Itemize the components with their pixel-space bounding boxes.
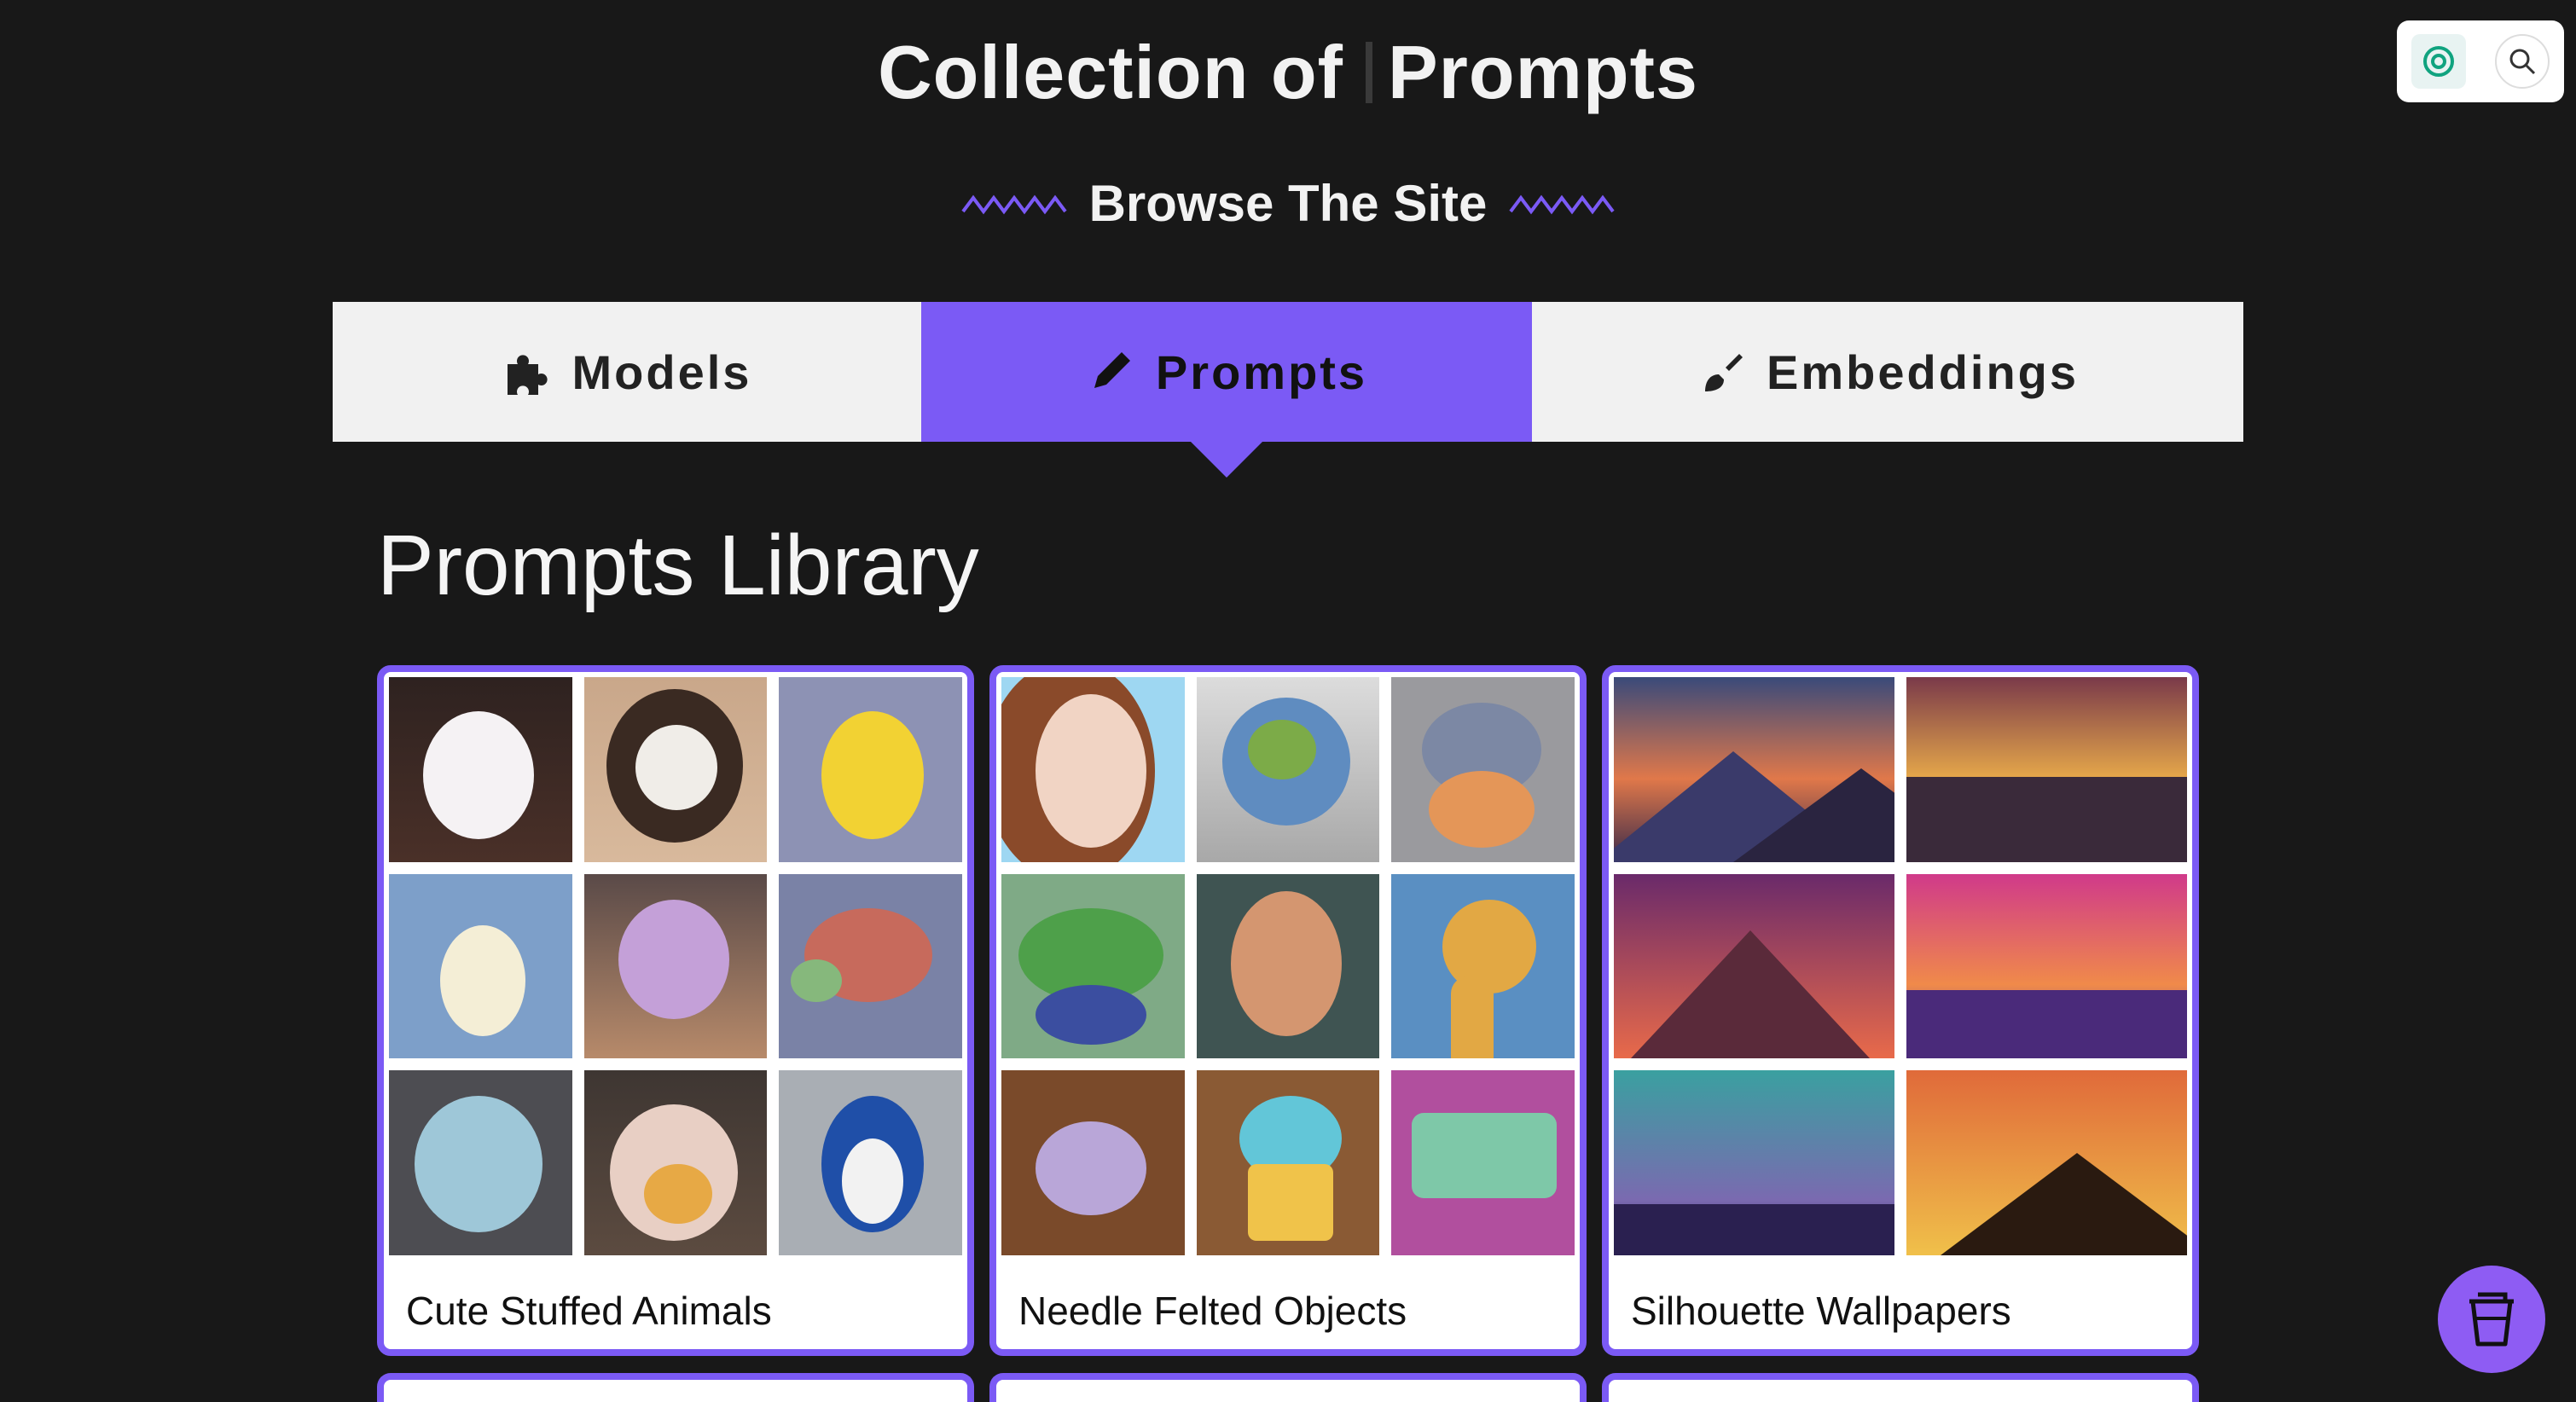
deer-silhouette-image (1906, 1070, 2187, 1255)
turtle-plush-image (779, 873, 962, 1059)
prompt-card-partial[interactable] (377, 1373, 974, 1402)
tab-models-label: Models (571, 345, 752, 399)
pencil-icon (1094, 352, 1130, 388)
bunny-plush-image (389, 873, 572, 1059)
felted-giraffe-image (1391, 873, 1575, 1059)
coffee-cup-icon (2469, 1292, 2514, 1347)
felted-man-image (1196, 873, 1380, 1059)
section-tabs: Models Prompts Embeddings (333, 302, 2243, 478)
penguin-plush-image (779, 1070, 962, 1255)
typing-cursor (1365, 42, 1372, 103)
assistant-widget (2397, 20, 2564, 102)
coffee-cup-button[interactable] (2438, 1266, 2545, 1373)
pyramid-mountain-image (1614, 873, 1894, 1059)
library-title: Prompts Library (377, 518, 979, 613)
felted-teapot-image (1001, 1070, 1185, 1255)
tab-prompts-label: Prompts (1155, 345, 1368, 399)
felted-truck-image (1391, 1070, 1575, 1255)
rainbow-forest-image (1906, 873, 2187, 1059)
card-label: Silhouette Wallpapers (1631, 1289, 2011, 1333)
felted-cupcake-image (1196, 1070, 1380, 1255)
kitten-plush-image (389, 677, 572, 862)
felted-frog-image (1001, 873, 1185, 1059)
zigzag-left-icon (960, 194, 1067, 214)
card-image-grid (1614, 677, 2187, 1255)
pikachu-plush-image (779, 677, 962, 862)
search-icon[interactable] (2495, 34, 2550, 89)
puzzle-icon (507, 355, 548, 395)
prompt-card-silhouette-wallpapers[interactable]: Silhouette Wallpapers (1602, 665, 2199, 1356)
felted-woman-image (1001, 677, 1185, 862)
mountain-sunset-image (1614, 677, 1894, 862)
elephant-plush-image (389, 1070, 572, 1255)
browse-heading-text: Browse The Site (1088, 175, 1488, 232)
felted-totoro-image (1391, 677, 1575, 862)
zigzag-right-icon (1509, 194, 1615, 214)
prompt-card-stuffed-animals[interactable]: Cute Stuffed Animals (377, 665, 974, 1356)
prompt-card-needle-felted[interactable]: Needle Felted Objects (989, 665, 1587, 1356)
title-part-1: Collection of (878, 30, 1343, 114)
felted-globe-image (1196, 677, 1380, 862)
brush-icon (1704, 354, 1743, 391)
tab-prompts[interactable]: Prompts (921, 302, 1532, 478)
lion-plush-image (583, 677, 768, 862)
prompt-card-partial[interactable] (1602, 1373, 2199, 1402)
city-sunset-image (1906, 677, 2187, 862)
title-part-2: Prompts (1387, 30, 1698, 114)
page-title: Collection of Prompts (0, 29, 2576, 116)
rocket-launch-image (1614, 1070, 1894, 1255)
prompt-card-partial[interactable] (989, 1373, 1587, 1402)
chatgpt-logo-icon[interactable] (2411, 34, 2466, 89)
browse-heading: Browse The Site (0, 174, 2576, 233)
tab-models[interactable]: Models (333, 302, 921, 442)
hedgehog-plush-image (583, 1070, 768, 1255)
card-label: Needle Felted Objects (1018, 1289, 1407, 1333)
tab-embeddings-label: Embeddings (1766, 345, 2080, 399)
card-label: Cute Stuffed Animals (406, 1289, 772, 1333)
tab-embeddings[interactable]: Embeddings (1532, 302, 2243, 442)
card-image-grid (389, 677, 962, 1255)
octopus-plush-image (583, 873, 768, 1059)
card-image-grid (1001, 677, 1575, 1255)
